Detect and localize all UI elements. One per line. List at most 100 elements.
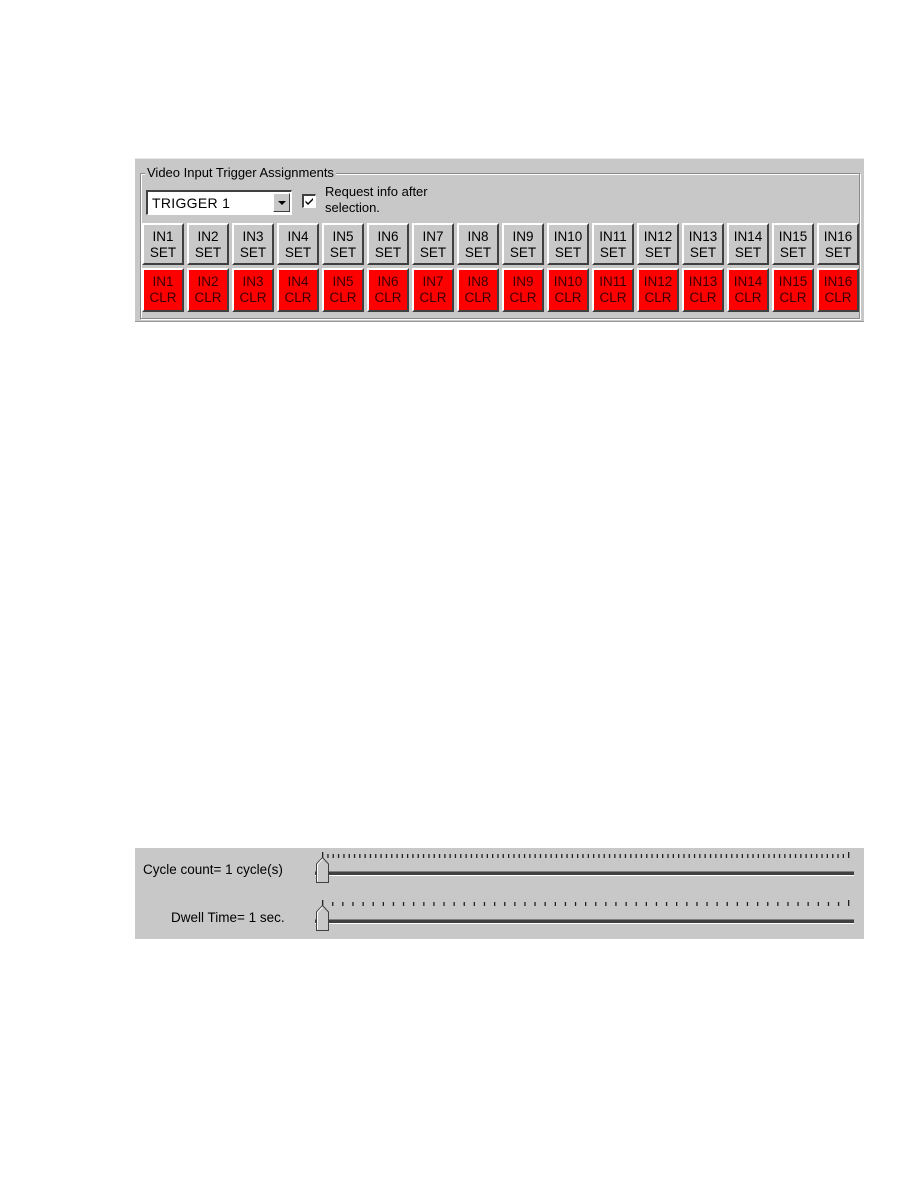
button-action-label: SET xyxy=(239,245,267,260)
in4-clr-button[interactable]: IN4 CLR xyxy=(277,268,319,312)
tick-mark xyxy=(332,902,334,906)
in3-clr-button[interactable]: IN3 CLR xyxy=(232,268,274,312)
tick-mark xyxy=(848,852,850,858)
tick-mark xyxy=(726,902,728,906)
tick-mark xyxy=(777,902,779,906)
tick-mark xyxy=(402,902,405,906)
in8-clr-button[interactable]: IN8 CLR xyxy=(457,268,499,312)
in2-set-button[interactable]: IN2 SET xyxy=(187,223,229,265)
tick-mark xyxy=(571,854,573,858)
in5-clr-button[interactable]: IN5 CLR xyxy=(322,268,364,312)
tick-mark xyxy=(332,854,334,858)
in1-set-button[interactable]: IN1 SET xyxy=(142,223,184,265)
tick-mark xyxy=(396,854,398,858)
tick-mark xyxy=(757,854,759,858)
in7-set-button[interactable]: IN7 SET xyxy=(412,223,454,265)
in11-set-button[interactable]: IN11 SET xyxy=(592,223,634,265)
tick-mark xyxy=(577,854,579,858)
in8-set-button[interactable]: IN8 SET xyxy=(457,223,499,265)
tick-mark xyxy=(731,854,733,858)
button-action-label: SET xyxy=(464,245,492,260)
tick-mark xyxy=(651,854,653,858)
in16-clr-button[interactable]: IN16 CLR xyxy=(817,268,859,312)
in4-set-button[interactable]: IN4 SET xyxy=(277,223,319,265)
in10-clr-button[interactable]: IN10 CLR xyxy=(547,268,589,312)
in12-clr-button[interactable]: IN12 CLR xyxy=(637,268,679,312)
in7-clr-button[interactable]: IN7 CLR xyxy=(412,268,454,312)
tick-mark xyxy=(513,854,515,858)
tick-mark xyxy=(476,854,478,858)
tick-mark xyxy=(605,902,607,906)
tick-mark xyxy=(686,902,688,906)
tick-mark xyxy=(422,854,425,858)
cycle-count-slider[interactable] xyxy=(315,850,855,890)
button-action-label: CLR xyxy=(599,290,627,305)
in9-set-button[interactable]: IN9 SET xyxy=(502,223,544,265)
button-input-label: IN13 xyxy=(688,229,718,244)
in6-set-button[interactable]: IN6 SET xyxy=(367,223,409,265)
request-info-checkbox[interactable] xyxy=(302,194,316,208)
in11-clr-button[interactable]: IN11 CLR xyxy=(592,268,634,312)
in14-set-button[interactable]: IN14 SET xyxy=(727,223,769,265)
button-input-label: IN12 xyxy=(643,229,673,244)
tick-mark xyxy=(672,854,674,858)
button-input-label: IN11 xyxy=(599,229,627,244)
tick-mark xyxy=(665,902,668,906)
in2-clr-button[interactable]: IN2 CLR xyxy=(187,268,229,312)
in6-clr-button[interactable]: IN6 CLR xyxy=(367,268,409,312)
button-input-label: IN9 xyxy=(512,229,534,244)
tick-mark xyxy=(587,854,589,858)
tick-mark xyxy=(794,854,797,858)
tick-mark xyxy=(348,854,350,858)
in12-set-button[interactable]: IN12 SET xyxy=(637,223,679,265)
button-action-label: CLR xyxy=(284,290,312,305)
button-input-label: IN1 xyxy=(152,229,174,244)
button-action-label: CLR xyxy=(509,290,537,305)
button-action-label: CLR xyxy=(239,290,267,305)
button-input-label: IN4 xyxy=(287,229,309,244)
tick-mark xyxy=(545,854,547,858)
button-action-label: SET xyxy=(284,245,312,260)
dwell-time-slider[interactable] xyxy=(315,898,855,938)
tick-mark xyxy=(412,854,414,858)
tick-mark xyxy=(433,854,435,858)
tick-mark xyxy=(385,854,388,858)
tick-mark xyxy=(817,902,819,906)
in3-set-button[interactable]: IN3 SET xyxy=(232,223,274,265)
button-input-label: IN8 xyxy=(467,229,489,244)
tick-mark xyxy=(784,854,786,858)
tick-mark xyxy=(800,854,802,858)
in9-clr-button[interactable]: IN9 CLR xyxy=(502,268,544,312)
in14-clr-button[interactable]: IN14 CLR xyxy=(727,268,769,312)
cycle-slider-thumb[interactable] xyxy=(316,857,329,883)
in5-set-button[interactable]: IN5 SET xyxy=(322,223,364,265)
in13-set-button[interactable]: IN13 SET xyxy=(682,223,724,265)
button-action-label: SET xyxy=(554,245,582,260)
in1-clr-button[interactable]: IN1 CLR xyxy=(142,268,184,312)
tick-mark xyxy=(696,902,698,906)
dwell-time-label: Dwell Time= 1 sec. xyxy=(171,910,285,925)
button-action-label: SET xyxy=(149,245,177,260)
tick-mark xyxy=(683,854,685,858)
tick-mark xyxy=(837,854,839,858)
tick-mark xyxy=(603,854,605,858)
tick-mark xyxy=(614,854,616,858)
tick-mark xyxy=(413,902,415,906)
button-input-label: IN2 xyxy=(197,274,219,289)
dropdown-button[interactable] xyxy=(273,193,290,212)
tick-mark xyxy=(433,902,435,906)
tick-mark xyxy=(453,902,455,906)
button-action-label: SET xyxy=(509,245,537,260)
in16-set-button[interactable]: IN16 SET xyxy=(817,223,859,265)
trigger-select[interactable]: TRIGGER 1 xyxy=(146,190,292,215)
tick-mark xyxy=(736,902,738,906)
in15-clr-button[interactable]: IN15 CLR xyxy=(772,268,814,312)
tick-mark xyxy=(821,854,823,858)
in15-set-button[interactable]: IN15 SET xyxy=(772,223,814,265)
group-title: Video Input Trigger Assignments xyxy=(145,165,336,180)
in10-set-button[interactable]: IN10 SET xyxy=(547,223,589,265)
in13-clr-button[interactable]: IN13 CLR xyxy=(682,268,724,312)
dwell-slider-thumb[interactable] xyxy=(316,905,329,931)
tick-mark xyxy=(504,902,506,906)
button-input-label: IN9 xyxy=(512,274,534,289)
